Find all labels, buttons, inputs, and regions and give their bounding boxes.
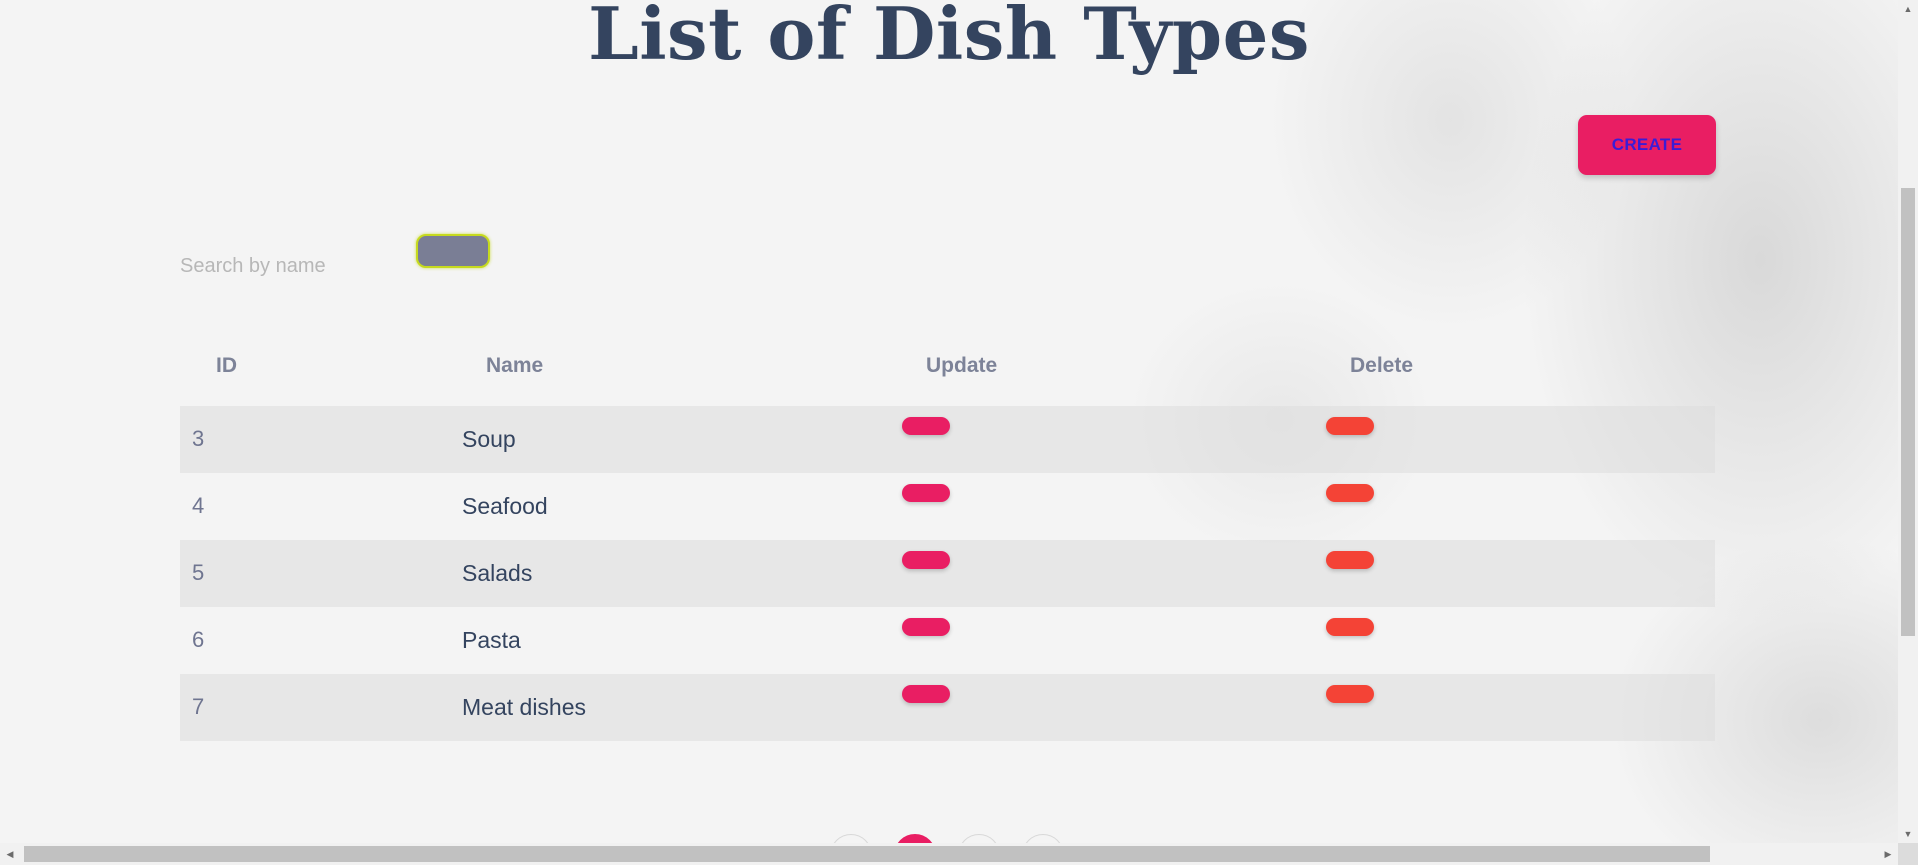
header-name: Name (486, 354, 544, 377)
table-row: 3 Soup (180, 406, 1715, 473)
delete-button[interactable] (1326, 618, 1374, 636)
search-button[interactable] (416, 234, 490, 268)
scroll-left-arrow-icon[interactable]: ◀ (0, 843, 20, 865)
table-header: ID Name Update Delete (180, 338, 1715, 406)
delete-button[interactable] (1326, 484, 1374, 502)
header-id: ID (216, 354, 237, 377)
cell-name: Soup (462, 426, 516, 452)
scroll-down-arrow-icon[interactable]: ▼ (1898, 825, 1918, 843)
update-button[interactable] (902, 484, 950, 502)
cell-name: Pasta (462, 627, 521, 653)
cell-id: 3 (192, 426, 205, 451)
update-button[interactable] (902, 685, 950, 703)
delete-button[interactable] (1326, 417, 1374, 435)
cell-id: 7 (192, 694, 205, 719)
cell-id: 6 (192, 627, 205, 652)
vertical-scrollbar[interactable]: ▲ ▼ (1898, 0, 1918, 843)
cell-id: 4 (192, 493, 205, 518)
delete-button[interactable] (1326, 685, 1374, 703)
table-row: 5 Salads (180, 540, 1715, 607)
header-delete: Delete (1350, 354, 1414, 377)
table-row: 4 Seafood (180, 473, 1715, 540)
create-button[interactable]: CREATE (1578, 115, 1716, 175)
header-update: Update (926, 354, 998, 377)
horizontal-scroll-thumb[interactable] (24, 846, 1710, 862)
table-row: 7 Meat dishes (180, 674, 1715, 741)
dish-types-table: ID Name Update Delete 3 Soup 4 Seafood 5… (180, 338, 1715, 741)
cell-id: 5 (192, 560, 205, 585)
page-title: List of Dish Types (588, 0, 1310, 76)
update-button[interactable] (902, 618, 950, 636)
cell-name: Meat dishes (462, 694, 587, 720)
delete-button[interactable] (1326, 551, 1374, 569)
cell-name: Salads (462, 560, 533, 586)
search-input[interactable] (180, 250, 410, 282)
scroll-up-arrow-icon[interactable]: ▲ (1898, 0, 1918, 18)
table-row: 6 Pasta (180, 607, 1715, 674)
scroll-right-arrow-icon[interactable]: ▶ (1878, 843, 1898, 865)
update-button[interactable] (902, 551, 950, 569)
scrollbar-corner (1898, 843, 1918, 865)
horizontal-scrollbar[interactable]: ◀ ▶ (0, 843, 1898, 865)
vertical-scroll-thumb[interactable] (1901, 188, 1915, 636)
cell-name: Seafood (462, 493, 548, 519)
update-button[interactable] (902, 417, 950, 435)
